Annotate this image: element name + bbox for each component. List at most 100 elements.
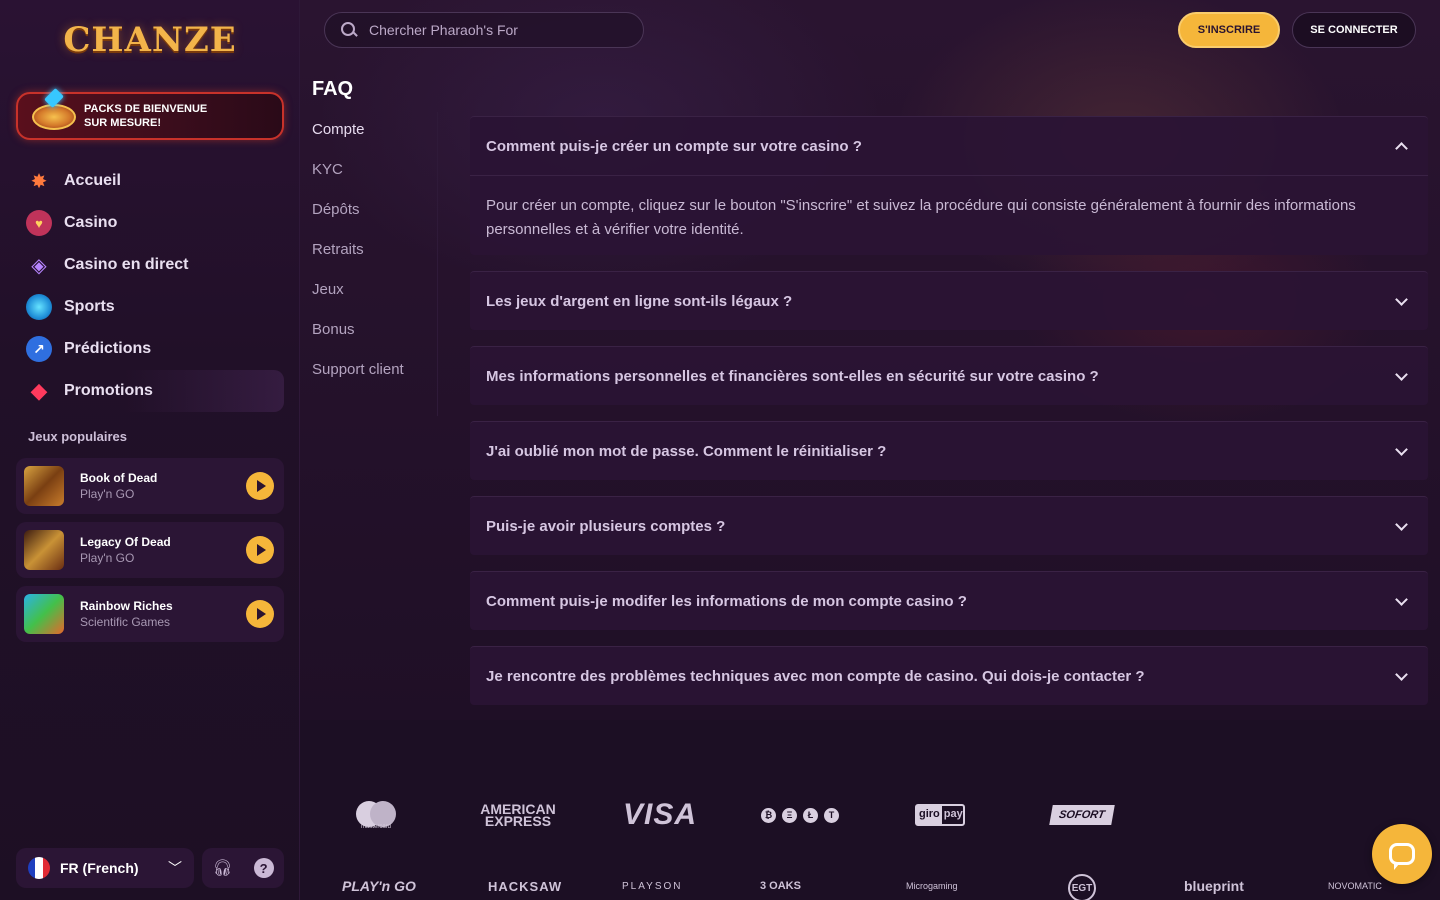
- faq-question: Je rencontre des problèmes techniques av…: [486, 667, 1145, 685]
- welcome-pack-banner[interactable]: PACKS DE BIENVENUE SUR MESURE!: [16, 88, 284, 140]
- predictions-chart-icon: ↗: [26, 336, 52, 362]
- faq-question: Mes informations personnelles et financi…: [486, 367, 1099, 385]
- faq-question-toggle[interactable]: Comment puis-je créer un compte sur votr…: [470, 117, 1428, 175]
- game-name: Book of Dead: [80, 471, 158, 485]
- search-input[interactable]: Chercher Pharaoh's For: [324, 12, 644, 48]
- faq-category-support-client[interactable]: Support client: [312, 358, 432, 382]
- faq-category-bonus[interactable]: Bonus: [312, 318, 432, 342]
- faq-category-depots[interactable]: Dépôts: [312, 198, 432, 222]
- provider-logo: HACKSAW: [488, 878, 563, 894]
- brand-logo[interactable]: CHANZE: [63, 12, 235, 68]
- faq-question: Comment puis-je modifer les informations…: [486, 592, 967, 610]
- crypto-logos: ₿ Ξ Ł T: [758, 790, 842, 840]
- faq-question-toggle[interactable]: Comment puis-je modifer les informations…: [470, 572, 1428, 630]
- nav-item-promotions[interactable]: ◆ Promotions: [16, 370, 284, 412]
- help-icon[interactable]: ?: [253, 858, 274, 878]
- home-star-icon: ✸: [30, 170, 48, 193]
- game-thumbnail: [24, 530, 64, 570]
- faq-question: Les jeux d'argent en ligne sont-ils léga…: [486, 292, 793, 310]
- search-icon: [341, 22, 357, 38]
- play-button[interactable]: [246, 536, 274, 564]
- game-provider: Play'n GO: [80, 487, 135, 501]
- live-casino-icon: ◈: [31, 254, 47, 277]
- faq-question-toggle[interactable]: Les jeux d'argent en ligne sont-ils léga…: [470, 272, 1428, 330]
- sofort-label: SOFORT: [1049, 805, 1115, 825]
- faq-item: Comment puis-je créer un compte sur votr…: [470, 116, 1428, 255]
- promotions-gem-icon: ◆: [30, 378, 48, 403]
- play-button[interactable]: [246, 472, 274, 500]
- faq-item: J'ai oublié mon mot de passe. Comment le…: [470, 421, 1428, 480]
- faq-category-compte[interactable]: Compte: [312, 118, 432, 142]
- litecoin-icon: Ł: [803, 807, 818, 823]
- language-select[interactable]: FR (French) ﹀: [16, 848, 194, 888]
- faq-question-toggle[interactable]: Puis-je avoir plusieurs comptes ?: [470, 497, 1428, 555]
- ethereum-icon: Ξ: [782, 807, 797, 823]
- nav-item-label: Promotions: [64, 382, 153, 399]
- game-thumbnail: [24, 594, 64, 634]
- game-providers: PLAY'n GO HACKSAW PLAYSON 3 OAKS Microga…: [300, 868, 1440, 900]
- support-box: 🎧︎ ?: [202, 848, 284, 888]
- bitcoin-icon: ₿: [761, 807, 776, 823]
- mastercard-logo: mastercard: [356, 790, 396, 840]
- game-info: Legacy Of Dead Play'n GO: [80, 535, 246, 565]
- provider-logo: blueprint: [1184, 878, 1244, 894]
- game-card[interactable]: Book of Dead Play'n GO: [16, 458, 284, 514]
- nav-item-casino-en-direct[interactable]: ◈ Casino en direct: [16, 244, 284, 286]
- faq-question-toggle[interactable]: Je rencontre des problèmes techniques av…: [470, 647, 1428, 705]
- sofort-logo: SOFORT: [1049, 790, 1115, 840]
- welcome-pack-line2: SUR MESURE!: [84, 117, 162, 129]
- chevron-up-icon: [1395, 141, 1408, 155]
- giropay-logo: giro pay: [914, 790, 966, 840]
- faq-question: Comment puis-je créer un compte sur votr…: [486, 137, 862, 155]
- faq-item: Puis-je avoir plusieurs comptes ?: [470, 496, 1428, 555]
- chevron-down-icon: ﹀: [168, 860, 182, 876]
- main-nav: ✸ Accueil ♥ Casino ◈ Casino en direct Sp…: [16, 160, 284, 412]
- nav-item-label: Prédictions: [64, 340, 152, 357]
- chevron-down-icon: [1395, 592, 1408, 606]
- faq-question-toggle[interactable]: Mes informations personnelles et financi…: [470, 347, 1428, 405]
- faq-category-jeux[interactable]: Jeux: [312, 278, 432, 302]
- sports-ball-icon: [26, 294, 52, 320]
- faq-category-kyc[interactable]: KYC: [312, 158, 432, 182]
- game-provider: Play'n GO: [80, 551, 135, 565]
- play-button[interactable]: [246, 600, 274, 628]
- provider-logo: EGT: [1068, 874, 1096, 900]
- nav-item-label: Sports: [64, 298, 115, 315]
- nav-item-predictions[interactable]: ↗ Prédictions: [16, 328, 284, 370]
- faq-item: Les jeux d'argent en ligne sont-ils léga…: [470, 271, 1428, 330]
- provider-logo: PLAYSON: [622, 880, 683, 892]
- faq-category-retraits[interactable]: Retraits: [312, 238, 432, 262]
- game-info: Book of Dead Play'n GO: [80, 471, 246, 501]
- live-chat-button[interactable]: [1372, 824, 1432, 884]
- casino-heart-icon: ♥: [26, 210, 52, 236]
- france-flag-icon: [28, 857, 50, 879]
- game-thumbnail: [24, 466, 64, 506]
- faq-item: Mes informations personnelles et financi…: [470, 346, 1428, 405]
- mastercard-label: mastercard: [360, 824, 391, 830]
- nav-item-label: Casino en direct: [64, 256, 189, 273]
- faq-item: Je rencontre des problèmes techniques av…: [470, 646, 1428, 705]
- faq-question: J'ai oublié mon mot de passe. Comment le…: [486, 442, 887, 460]
- game-card[interactable]: Rainbow Riches Scientific Games: [16, 586, 284, 642]
- chevron-down-icon: [1395, 517, 1408, 531]
- nav-item-label: Casino: [64, 214, 118, 231]
- provider-logo: NOVOMATIC: [1328, 881, 1382, 891]
- game-provider: Scientific Games: [80, 615, 171, 629]
- game-info: Rainbow Riches Scientific Games: [80, 599, 246, 629]
- faq-categories: Compte KYC Dépôts Retraits Jeux Bonus Su…: [312, 118, 432, 398]
- signup-button[interactable]: S'INSCRIRE: [1178, 12, 1280, 48]
- nav-item-accueil[interactable]: ✸ Accueil: [16, 160, 284, 202]
- faq-answer: Pour créer un compte, cliquez sur le bou…: [470, 175, 1428, 255]
- amex-line2: EXPRESS: [484, 813, 552, 829]
- faq-item: Comment puis-je modifer les informations…: [470, 571, 1428, 630]
- chevron-down-icon: [1395, 442, 1408, 456]
- game-card[interactable]: Legacy Of Dead Play'n GO: [16, 522, 284, 578]
- faq-question-toggle[interactable]: J'ai oublié mon mot de passe. Comment le…: [470, 422, 1428, 480]
- nav-item-casino[interactable]: ♥ Casino: [16, 202, 284, 244]
- headset-icon[interactable]: 🎧︎: [212, 858, 232, 878]
- category-divider: [437, 112, 438, 416]
- nav-item-sports[interactable]: Sports: [16, 286, 284, 328]
- login-button[interactable]: SE CONNECTER: [1292, 12, 1416, 48]
- welcome-pack-text: PACKS DE BIENVENUE SUR MESURE!: [84, 102, 207, 130]
- page-title: FAQ: [312, 78, 354, 100]
